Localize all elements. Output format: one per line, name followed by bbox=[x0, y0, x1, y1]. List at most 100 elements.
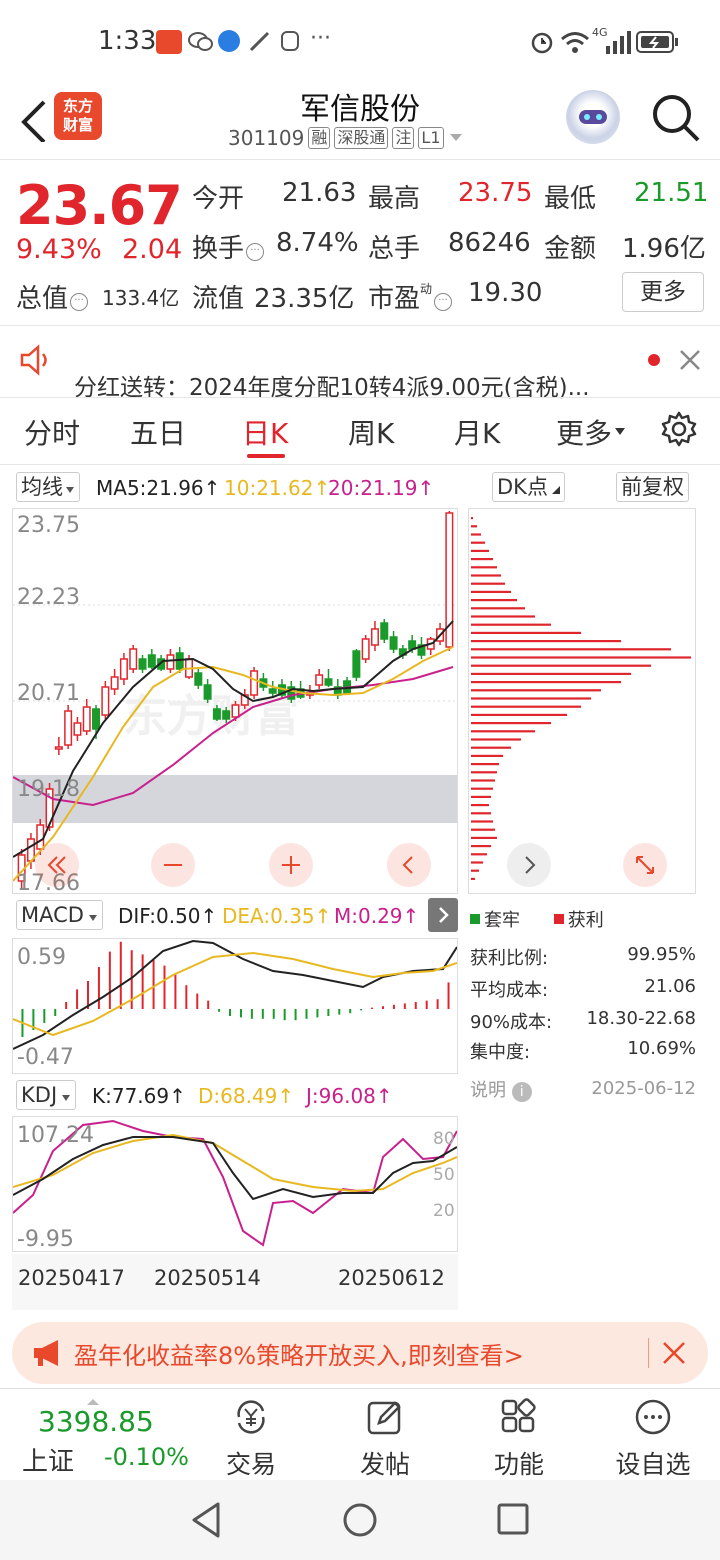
stat-label: 集中度: bbox=[470, 1042, 531, 1063]
chip-bar bbox=[471, 549, 489, 552]
chip-bar bbox=[471, 730, 535, 733]
tag-registered: 注 bbox=[392, 127, 415, 149]
quote-panel: 23.67 9.43% 2.04 今开 21.63 最高 23.75 最低 21… bbox=[0, 160, 720, 326]
tab-weekly-k[interactable]: 周K bbox=[348, 412, 394, 452]
date-label: 20250514 bbox=[154, 1266, 261, 1290]
chip-bar bbox=[471, 845, 491, 848]
add-watchlist-button[interactable]: 设自选 bbox=[598, 1397, 708, 1481]
step-left-icon[interactable] bbox=[387, 843, 431, 887]
stat-value: 18.30-22.68 bbox=[586, 1008, 696, 1029]
tab-more-label: 更多 bbox=[556, 417, 613, 450]
current-price: 23.67 bbox=[16, 174, 183, 237]
low-label: 最低 bbox=[544, 184, 597, 214]
chip-bar bbox=[471, 607, 525, 610]
amount-value: 1.96亿 bbox=[622, 234, 706, 264]
chip-bar bbox=[471, 763, 499, 766]
kdj-chart[interactable]: 107.24 -9.95 80 50 20 bbox=[12, 1116, 458, 1252]
kdj-k: K:77.69↑ bbox=[92, 1084, 186, 1108]
more-dots-icon bbox=[635, 1399, 671, 1435]
nav-recents-icon[interactable] bbox=[496, 1502, 530, 1536]
dropdown-icon[interactable] bbox=[448, 132, 464, 144]
nav-back-icon[interactable] bbox=[188, 1500, 224, 1540]
kdj-selector[interactable]: KDJ bbox=[16, 1080, 77, 1110]
tab-five-day[interactable]: 五日 bbox=[130, 412, 186, 452]
turnover-label: 换手 ··· bbox=[192, 228, 265, 265]
zoom-out-icon[interactable] bbox=[151, 843, 195, 887]
turnover-label-text: 换手 bbox=[192, 234, 245, 264]
close-icon[interactable] bbox=[678, 348, 702, 372]
expand-arrow-icon[interactable] bbox=[428, 898, 458, 932]
chip-bar bbox=[471, 705, 581, 708]
volume-label: 总手 bbox=[368, 234, 421, 264]
candle-body bbox=[352, 650, 361, 678]
dk-point-button[interactable]: DK点 bbox=[492, 472, 565, 502]
kline-chart[interactable]: 东方财富 23.75 22.23 20.71 19.18 17.66 bbox=[12, 508, 458, 896]
open-label: 今开 bbox=[192, 184, 245, 214]
zoom-in-icon[interactable] bbox=[269, 843, 313, 887]
pe-value: 19.30 bbox=[468, 278, 543, 308]
kdj-level-50: 50 bbox=[433, 1165, 455, 1185]
functions-button[interactable]: 功能 bbox=[464, 1397, 574, 1481]
info-icon[interactable]: ··· bbox=[246, 243, 265, 261]
chip-bar bbox=[471, 697, 591, 700]
chip-bar bbox=[471, 722, 551, 725]
unread-dot bbox=[648, 354, 660, 366]
search-icon[interactable] bbox=[650, 92, 702, 144]
adjust-button[interactable]: 前复权 bbox=[616, 472, 689, 502]
info-icon[interactable]: ··· bbox=[70, 293, 89, 311]
indicator-selector-label: 均线 bbox=[21, 475, 63, 499]
add-watchlist-label: 设自选 bbox=[615, 1450, 691, 1479]
chip-bar bbox=[471, 664, 651, 667]
dropdown-icon bbox=[62, 1095, 71, 1101]
grid-icon bbox=[501, 1398, 536, 1433]
more-notifications-icon: ··· bbox=[310, 26, 331, 51]
legend-trapped: 套牢 bbox=[484, 910, 520, 931]
tab-underline bbox=[247, 454, 285, 458]
alarm-icon bbox=[530, 30, 554, 54]
chip-bar bbox=[471, 656, 691, 659]
float-value: 23.35亿 bbox=[254, 284, 355, 314]
note-link[interactable]: 说明 i bbox=[470, 1076, 532, 1102]
expand-icon[interactable] bbox=[623, 843, 667, 887]
legend-profit: 获利 bbox=[567, 910, 604, 931]
promo-text[interactable]: 盈年化收益率8%策略开放买入,即刻查看> bbox=[74, 1336, 524, 1371]
dropdown-icon bbox=[66, 487, 74, 493]
post-button[interactable]: 发帖 bbox=[330, 1397, 440, 1481]
battery-icon bbox=[636, 30, 680, 54]
macd-chart[interactable]: 0.59 -0.47 bbox=[12, 938, 458, 1074]
chevron-right-icon[interactable] bbox=[507, 843, 551, 887]
candle-body bbox=[268, 688, 277, 694]
assistant-avatar[interactable] bbox=[566, 90, 620, 144]
promo-banner[interactable]: 盈年化收益率8%策略开放买入,即刻查看> bbox=[12, 1322, 708, 1384]
close-icon[interactable] bbox=[662, 1341, 686, 1365]
tab-intraday[interactable]: 分时 bbox=[24, 412, 80, 452]
edit-icon bbox=[367, 1401, 401, 1435]
tab-more[interactable]: 更多 bbox=[556, 412, 626, 452]
wechat-icon bbox=[188, 30, 214, 52]
more-button[interactable]: 更多 bbox=[622, 272, 704, 312]
trade-button[interactable]: 交易 bbox=[196, 1397, 306, 1481]
macd-selector[interactable]: MACD bbox=[16, 900, 103, 930]
corner-icon bbox=[551, 486, 560, 494]
indicator-selector[interactable]: 均线 bbox=[16, 472, 80, 502]
scroll-left-icon[interactable] bbox=[35, 843, 79, 887]
change-percent: 9.43% bbox=[16, 234, 102, 265]
tab-daily-k[interactable]: 日K bbox=[242, 412, 288, 452]
candle-body bbox=[380, 622, 389, 640]
chip-distribution[interactable] bbox=[468, 508, 696, 894]
index-value[interactable]: 3398.85 bbox=[38, 1405, 154, 1438]
profit-swatch bbox=[553, 914, 564, 924]
tab-monthly-k[interactable]: 月K bbox=[454, 412, 500, 452]
index-name[interactable]: 上证 bbox=[22, 1441, 74, 1478]
info-icon[interactable]: ··· bbox=[434, 293, 453, 311]
candle-body bbox=[147, 654, 156, 668]
nav-home-icon[interactable] bbox=[342, 1502, 378, 1538]
candle-body bbox=[203, 684, 212, 700]
settings-gear-icon[interactable] bbox=[660, 410, 698, 448]
candle-body bbox=[324, 678, 333, 686]
chip-bar bbox=[471, 853, 487, 856]
notice-bar[interactable]: 分红送转：2024年度分配10转4派9.00元(含税)... bbox=[0, 326, 720, 401]
chip-bar bbox=[471, 869, 479, 872]
ma10-value: 10:21.62↑ bbox=[224, 476, 331, 500]
candle-body bbox=[73, 722, 82, 736]
